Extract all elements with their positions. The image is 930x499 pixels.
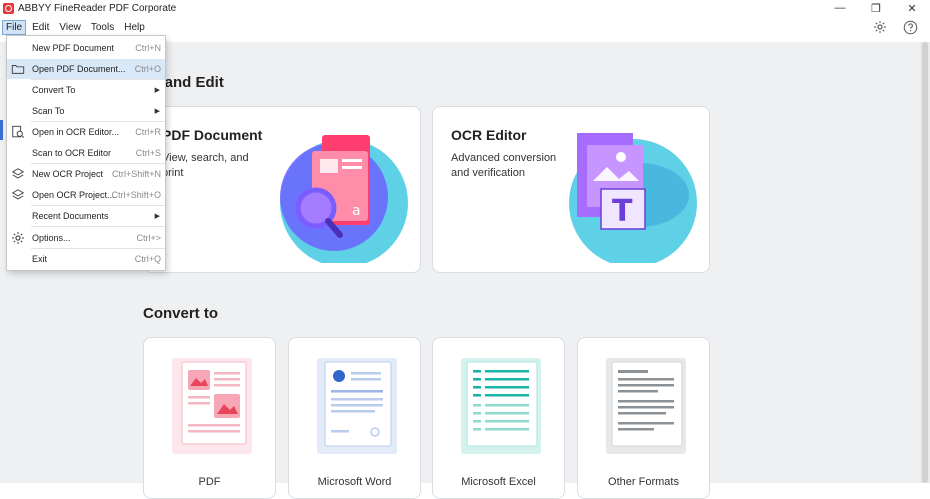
menu-item-label: New PDF Document [32, 43, 115, 53]
card-label: Microsoft Excel [461, 476, 536, 488]
menu-open-in-ocr-editor[interactable]: Open in OCR Editor... Ctrl+R [7, 122, 165, 142]
menu-item-shortcut: Ctrl+> [136, 233, 161, 243]
excel-document-icon [461, 358, 541, 454]
menu-item-shortcut: Ctrl+Shift+N [111, 169, 161, 179]
pdf-illustration-icon: a [280, 135, 408, 263]
minimize-button[interactable]: — [822, 0, 858, 16]
card-desc: View, search, and print [162, 152, 249, 179]
menu-item-label: Exit [32, 254, 48, 264]
menu-item-label: Scan to OCR Editor [32, 148, 112, 158]
card-label: Other Formats [608, 476, 679, 488]
help-icon[interactable] [902, 19, 918, 35]
menu-view[interactable]: View [55, 20, 85, 35]
card-convert-word[interactable]: Microsoft Word [288, 337, 421, 499]
menu-tools[interactable]: Tools [87, 20, 118, 35]
menu-item-shortcut: Ctrl+R [135, 127, 161, 137]
folder-icon [11, 65, 25, 74]
ocr-illustration-icon: T [569, 133, 697, 263]
menu-open-pdf-document[interactable]: Open PDF Document... Ctrl+O [7, 59, 165, 79]
menu-item-shortcut: Ctrl+N [135, 43, 161, 53]
layers-new-icon [11, 168, 25, 179]
svg-text:a: a [352, 203, 361, 219]
window-title: ABBYY FineReader PDF Corporate [18, 2, 177, 14]
menu-item-shortcut: Ctrl+Q [134, 254, 161, 264]
menu-item-label: Convert To [32, 85, 76, 95]
menu-scan-to[interactable]: Scan To ▶ [7, 101, 165, 121]
pdf-document-icon [172, 358, 252, 454]
menu-open-ocr-project[interactable]: Open OCR Project... Ctrl+Shift+O [7, 185, 165, 205]
gear-icon [12, 232, 24, 244]
menu-item-label: Options... [32, 233, 71, 243]
menu-item-label: Open OCR Project... [32, 190, 115, 200]
submenu-arrow-icon: ▶ [154, 213, 160, 220]
other-formats-document-icon [606, 358, 686, 454]
menu-item-label: Open PDF Document... [32, 64, 126, 74]
menu-item-label: Recent Documents [32, 211, 109, 221]
card-ocr-editor[interactable]: OCR Editor Advanced conversion and verif… [432, 106, 710, 273]
menu-recent-documents[interactable]: Recent Documents ▶ [7, 206, 165, 226]
card-convert-excel[interactable]: Microsoft Excel [432, 337, 565, 499]
submenu-arrow-icon: ▶ [154, 87, 160, 94]
svg-text:T: T [612, 194, 633, 229]
card-label: PDF [198, 476, 221, 488]
card-convert-pdf[interactable]: PDF [143, 337, 276, 499]
menu-separator [31, 226, 165, 227]
menu-item-shortcut: Ctrl+O [134, 64, 161, 74]
menu-help[interactable]: Help [120, 20, 149, 35]
file-menu-dropdown: New PDF Document Ctrl+N Open PDF Documen… [6, 35, 166, 271]
menu-item-label: Open in OCR Editor... [32, 127, 120, 137]
menu-options[interactable]: Options... Ctrl+> [7, 228, 165, 248]
layers-open-icon [11, 189, 25, 200]
menu-item-label: New OCR Project [32, 169, 104, 179]
card-label: Microsoft Word [317, 476, 392, 488]
vertical-scrollbar[interactable] [920, 42, 930, 483]
menu-new-ocr-project[interactable]: New OCR Project Ctrl+Shift+N [7, 164, 165, 184]
ocr-search-icon [12, 125, 25, 139]
submenu-arrow-icon: ▶ [154, 108, 160, 115]
card-title: PDF Document [162, 127, 263, 143]
window-controls: — ❐ ✕ [822, 0, 930, 16]
close-button[interactable]: ✕ [894, 0, 930, 16]
menu-file[interactable]: File [2, 19, 27, 35]
gear-icon[interactable] [872, 19, 888, 35]
section-title-convert-to: Convert to [143, 305, 218, 322]
menu-edit[interactable]: Edit [28, 20, 53, 35]
menu-item-shortcut: Ctrl+S [135, 148, 161, 158]
title-bar: ABBYY FineReader PDF Corporate — ❐ ✕ [0, 0, 930, 16]
card-title: OCR Editor [451, 127, 527, 143]
menu-item-label: Scan To [32, 106, 65, 116]
menu-convert-to[interactable]: Convert To ▶ [7, 80, 165, 100]
card-convert-other[interactable]: Other Formats [577, 337, 710, 499]
menu-item-shortcut: Ctrl+Shift+O [111, 190, 161, 200]
nav-accent [0, 120, 3, 140]
menu-new-pdf-document[interactable]: New PDF Document Ctrl+N [7, 38, 165, 58]
scrollbar-thumb[interactable] [922, 42, 928, 483]
abbyy-logo-icon [3, 2, 14, 14]
menu-exit[interactable]: Exit Ctrl+Q [7, 249, 165, 269]
restore-button[interactable]: ❐ [858, 0, 894, 16]
card-desc: Advanced conversion and verification [451, 152, 557, 179]
menu-scan-to-ocr-editor[interactable]: Scan to OCR Editor Ctrl+S [7, 143, 165, 163]
word-document-icon [317, 358, 397, 454]
card-pdf-document[interactable]: PDF Document View, search, and print a [143, 106, 421, 273]
